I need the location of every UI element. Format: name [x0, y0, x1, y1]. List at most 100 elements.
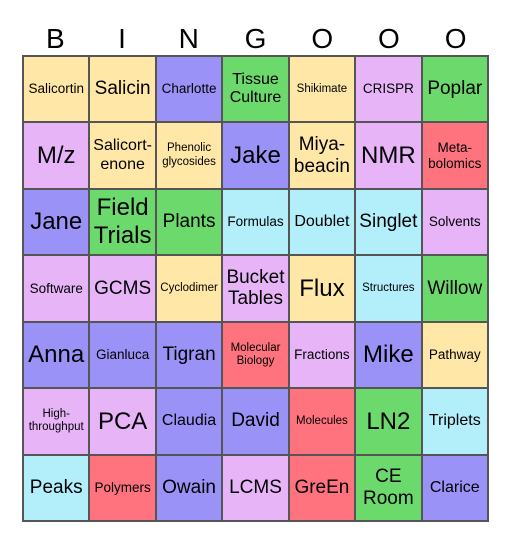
cell-label: M/z	[36, 141, 76, 169]
cell-label: NMR	[361, 141, 416, 169]
bingo-cell[interactable]: PCA	[89, 388, 156, 455]
cell-label: Molecules	[296, 414, 348, 427]
bingo-cell[interactable]: Molecular Biology	[222, 321, 289, 389]
cell-label: Owain	[162, 476, 216, 498]
cell-label: Mike	[363, 341, 414, 369]
header-letter: B	[46, 22, 65, 54]
bingo-cell[interactable]: M/z	[23, 122, 90, 189]
bingo-cell[interactable]: GCMS	[89, 255, 156, 322]
cell-label: Clarice	[429, 478, 480, 496]
cell-label: Charlotte	[161, 81, 217, 97]
bingo-cell[interactable]: Tissue Culture	[222, 56, 289, 123]
bingo-cell[interactable]: Bucket Tables	[222, 255, 289, 322]
cell-label: Jake	[230, 141, 281, 169]
bingo-cell[interactable]: Meta-bolomics	[421, 122, 488, 189]
cell-label: Fractions	[294, 347, 350, 363]
cell-label: Salicortin	[28, 81, 84, 97]
bingo-cell[interactable]: Triplets	[421, 388, 488, 455]
bingo-cell[interactable]: Cyclodimer	[155, 255, 223, 322]
bingo-cell[interactable]: Pathway	[421, 321, 488, 389]
cell-label: Cyclodimer	[160, 281, 218, 294]
cell-label: Anna	[28, 341, 85, 369]
cell-label: Solvents	[428, 214, 481, 230]
bingo-cell[interactable]: Salicin	[89, 56, 156, 123]
bingo-cell[interactable]: Anna	[23, 321, 90, 389]
cell-label: Bucket Tables	[226, 266, 285, 310]
cell-label: Meta-bolomics	[428, 140, 482, 171]
bingo-cell[interactable]: Plants	[155, 188, 223, 256]
bingo-cell[interactable]: Singlet	[355, 188, 422, 256]
cell-label: Tigran	[162, 344, 216, 365]
bingo-cell[interactable]: Clarice	[421, 454, 488, 521]
cell-label: Structures	[362, 281, 415, 294]
bingo-cell[interactable]: Gianluca	[89, 321, 156, 389]
bingo-cell[interactable]: Molecules	[288, 388, 356, 455]
bingo-cell[interactable]: Solvents	[421, 188, 488, 256]
bingo-cell[interactable]: CE Room	[355, 454, 422, 521]
cell-label: Flux	[299, 274, 345, 302]
bingo-cell[interactable]: Salicort-enone	[89, 122, 156, 189]
bingo-cell[interactable]: Fractions	[288, 321, 356, 389]
header-letter: N	[178, 22, 199, 54]
bingo-grid: Salicortin Salicin Charlotte Tissue Culture…	[22, 55, 489, 522]
bingo-cell[interactable]: Jane	[23, 188, 90, 256]
cell-label: Tissue Culture	[229, 70, 282, 107]
bingo-cell[interactable]: CRISPR	[355, 56, 422, 123]
cell-label: Field Trials	[93, 194, 152, 250]
bingo-cell[interactable]: Field Trials	[89, 188, 156, 256]
bingo-cell[interactable]: Doublet	[288, 188, 356, 256]
header-letter: G	[244, 22, 267, 54]
cell-label: LN2	[366, 407, 411, 435]
bingo-cell[interactable]: LN2	[355, 388, 422, 455]
bingo-cell[interactable]: NMR	[355, 122, 422, 189]
cell-label: Phenolic glycosides	[162, 142, 216, 168]
cell-label: Poplar	[427, 78, 483, 100]
bingo-cell[interactable]: Formulas	[222, 188, 289, 256]
bingo-cell[interactable]: GreEn	[288, 454, 356, 521]
bingo-cell[interactable]: Peaks	[23, 454, 90, 521]
bingo-cell[interactable]: Willow	[421, 255, 488, 322]
bingo-cell[interactable]: Poplar	[421, 56, 488, 123]
bingo-cell[interactable]: Tigran	[155, 321, 223, 389]
bingo-cell[interactable]: Salicortin	[23, 56, 90, 123]
cell-label: Triplets	[428, 412, 481, 430]
cell-label: Willow	[427, 277, 483, 299]
cell-label: GCMS	[94, 277, 152, 299]
bingo-cell[interactable]: LCMS	[222, 454, 289, 521]
cell-label: CE Room	[363, 465, 414, 509]
cell-label: Shikimate	[296, 82, 348, 95]
cell-label: CRISPR	[362, 81, 414, 97]
cell-label: High-throughput	[28, 408, 84, 434]
header-letter: O	[444, 22, 467, 54]
cell-label: Peaks	[29, 476, 83, 498]
cell-label: Singlet	[359, 211, 418, 233]
bingo-cell[interactable]: Software	[23, 255, 90, 322]
bingo-cell[interactable]: Owain	[155, 454, 223, 521]
bingo-cell[interactable]: Jake	[222, 122, 289, 189]
cell-label: Salicin	[94, 78, 151, 100]
bingo-cell[interactable]: Miya-beacin	[288, 122, 356, 189]
header-letter: O	[311, 22, 334, 54]
cell-label: Gianluca	[95, 347, 150, 363]
cell-label: Salicort-enone	[93, 137, 152, 173]
bingo-cell[interactable]: High-throughput	[23, 388, 90, 455]
bingo-cell[interactable]: Shikimate	[288, 56, 356, 123]
cell-label: Software	[29, 280, 83, 296]
bingo-cell[interactable]: Claudia	[155, 388, 223, 455]
bingo-cell[interactable]: Polymers	[89, 454, 156, 521]
header-letter: O	[378, 22, 400, 54]
cell-label: Molecular Biology	[230, 341, 281, 367]
cell-label: Pathway	[428, 347, 481, 363]
cell-label: Miya-beacin	[293, 133, 350, 177]
cell-label: David	[231, 410, 280, 432]
bingo-cell[interactable]: Phenolic glycosides	[155, 122, 223, 189]
bingo-cell[interactable]: Structures	[355, 255, 422, 322]
cell-label: Formulas	[227, 214, 284, 230]
cell-label: LCMS	[229, 476, 282, 498]
bingo-cell[interactable]: David	[222, 388, 289, 455]
bingo-cell[interactable]: Charlotte	[155, 56, 223, 123]
cell-label: PCA	[97, 407, 148, 435]
bingo-cell[interactable]: Flux	[288, 255, 356, 322]
bingo-cell[interactable]: Mike	[355, 321, 422, 389]
cell-label: GreEn	[294, 476, 350, 498]
